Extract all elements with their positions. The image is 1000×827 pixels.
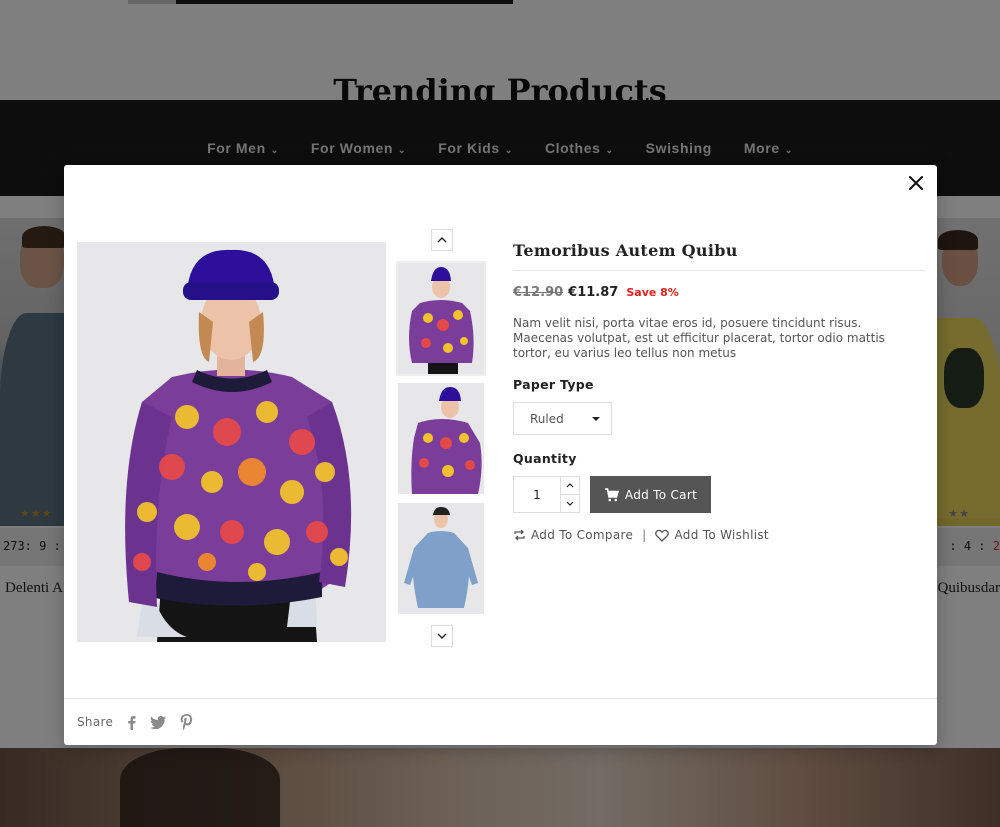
chevron-up-icon xyxy=(566,483,574,488)
close-button[interactable] xyxy=(905,173,927,195)
twitter-share-button[interactable] xyxy=(150,715,167,729)
chevron-down-icon xyxy=(437,633,447,639)
divider: | xyxy=(642,528,647,542)
paper-type-value: Ruled xyxy=(530,411,564,426)
thumbnail-scroll-down-button[interactable] xyxy=(431,625,453,647)
quantity-increase-button[interactable] xyxy=(561,477,579,495)
quantity-stepper xyxy=(513,476,580,513)
old-price: €12.90 xyxy=(513,285,564,300)
cart-icon xyxy=(604,487,619,501)
compare-icon xyxy=(514,529,525,541)
add-to-cart-label: Add To Cart xyxy=(624,487,698,502)
product-thumbnail-2[interactable] xyxy=(398,383,484,494)
modal-footer: Share xyxy=(64,698,937,745)
quantity-decrease-button[interactable] xyxy=(561,495,579,512)
share-label: Share xyxy=(77,715,114,729)
add-to-compare-label: Add To Compare xyxy=(531,528,634,542)
paper-type-select[interactable]: Ruled xyxy=(513,402,612,435)
quick-view-modal: Temoribus Autem Quibu €12.90 €11.87 Save… xyxy=(64,165,937,745)
product-actions: Add To Compare | Add To Wishlist xyxy=(513,528,925,542)
pinterest-icon xyxy=(180,714,193,730)
product-description: Nam velit nisi, porta vitae eros id, pos… xyxy=(513,316,885,360)
price-row: €12.90 €11.87 Save 8% xyxy=(513,285,925,300)
close-icon xyxy=(909,176,923,190)
chevron-down-icon xyxy=(566,501,574,506)
add-to-wishlist-link[interactable]: Add To Wishlist xyxy=(655,528,769,542)
twitter-icon xyxy=(150,715,167,729)
product-thumbnail-1[interactable] xyxy=(398,263,484,374)
product-info: Temoribus Autem Quibu €12.90 €11.87 Save… xyxy=(513,241,925,542)
main-product-image xyxy=(77,242,386,642)
quantity-input[interactable] xyxy=(514,477,560,512)
product-thumbnail-3[interactable] xyxy=(398,503,484,614)
quantity-label: Quantity xyxy=(513,451,577,466)
current-price: €11.87 xyxy=(568,285,619,300)
quantity-row: Add To Cart xyxy=(513,476,925,513)
facebook-icon xyxy=(128,715,136,730)
thumbnail-scroll-up-button[interactable] xyxy=(431,229,453,251)
add-to-compare-link[interactable]: Add To Compare xyxy=(513,528,633,542)
caret-down-icon xyxy=(592,416,600,421)
quantity-arrows xyxy=(560,477,579,512)
chevron-up-icon xyxy=(437,237,447,243)
heart-icon xyxy=(655,529,670,542)
paper-type-label: Paper Type xyxy=(513,377,594,392)
discount-badge: Save 8% xyxy=(626,286,679,299)
add-to-wishlist-label: Add To Wishlist xyxy=(674,528,769,542)
add-to-cart-button[interactable]: Add To Cart xyxy=(590,476,711,513)
product-title: Temoribus Autem Quibu xyxy=(513,241,925,271)
pinterest-share-button[interactable] xyxy=(180,714,193,730)
facebook-share-button[interactable] xyxy=(127,715,136,730)
